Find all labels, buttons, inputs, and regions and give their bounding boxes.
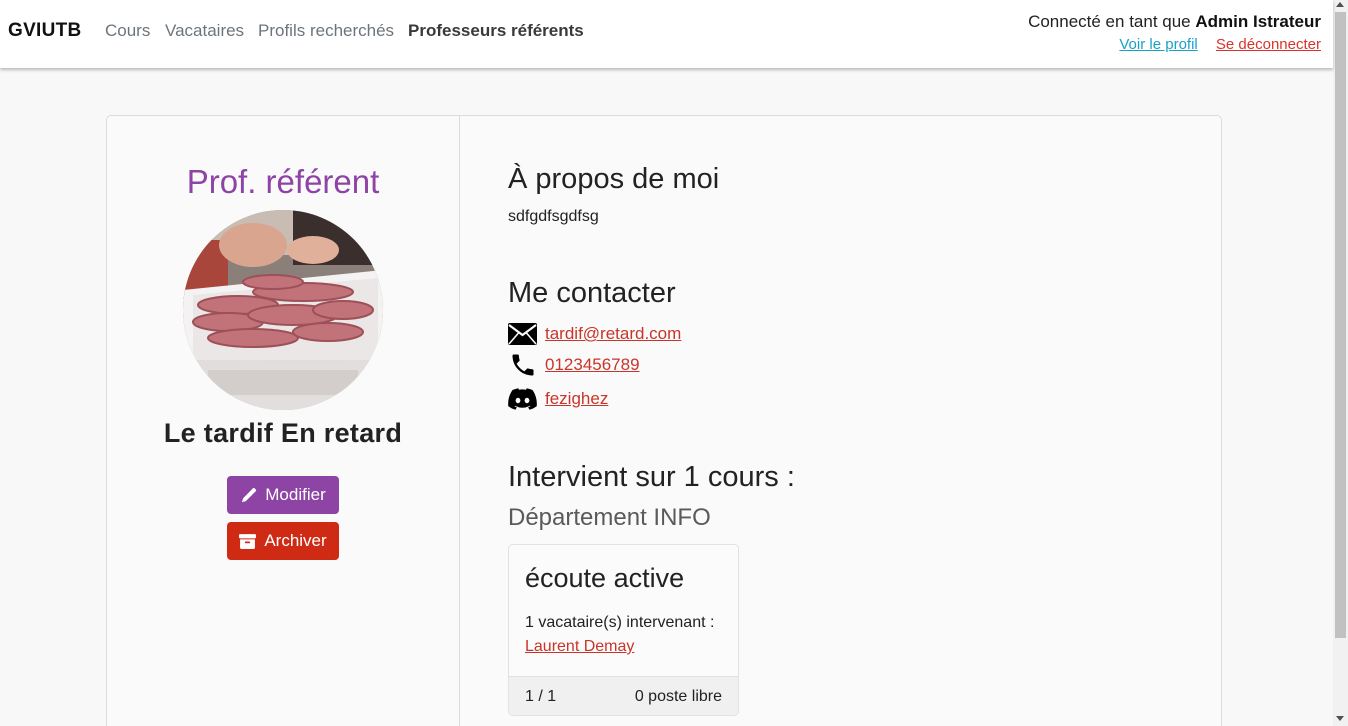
about-title: À propos de moi [508, 163, 720, 195]
contact-discord-row: fezighez [508, 387, 608, 411]
user-info: Connecté en tant que Admin Istrateur Voi… [1028, 12, 1321, 53]
logged-in-username: Admin Istrateur [1195, 12, 1321, 31]
role-title: Prof. référent [186, 163, 380, 200]
discord-icon [508, 387, 537, 411]
course-info: 1 vacataire(s) intervenant : [525, 614, 715, 631]
about-text: sdfgdfsgdfsg [508, 208, 599, 225]
contact-discord-link[interactable]: fezighez [545, 389, 608, 409]
archive-button[interactable]: Archiver [227, 522, 339, 560]
phone-icon [508, 353, 537, 377]
top-navbar: GVIUTB Cours Vacataires Profils recherch… [0, 0, 1333, 68]
course-free-positions: 0 poste libre [634, 688, 722, 705]
edit-button-label: Modifier [265, 485, 326, 504]
contact-email-link[interactable]: tardif@retard.com [545, 324, 681, 344]
archive-box-icon [239, 533, 257, 549]
logged-in-prefix: Connecté en tant que [1028, 12, 1196, 31]
courses-title: Intervient sur 1 cours : [508, 461, 795, 493]
course-title: écoute active [525, 563, 685, 593]
contact-title: Me contacter [508, 277, 676, 309]
contact-phone-link[interactable]: 0123456789 [545, 355, 640, 375]
nav-item-professeurs-referents[interactable]: Professeurs référents [408, 21, 584, 41]
course-position-count: 1 / 1 [525, 688, 557, 705]
nav-item-cours[interactable]: Cours [105, 21, 150, 41]
scroll-down-arrow-icon[interactable] [1336, 716, 1344, 721]
card-divider [459, 116, 460, 726]
edit-button[interactable]: Modifier [227, 476, 339, 514]
department-title: Département INFO [508, 504, 711, 531]
nav-item-vacataires[interactable]: Vacataires [165, 21, 244, 41]
logged-in-label: Connecté en tant que Admin Istrateur [1028, 12, 1321, 32]
view-profile-link[interactable]: Voir le profil [1119, 36, 1197, 53]
logout-link[interactable]: Se déconnecter [1216, 36, 1321, 53]
avatar [183, 210, 383, 410]
contact-phone-row: 0123456789 [508, 353, 640, 377]
contact-email-row: tardif@retard.com [508, 322, 681, 346]
archive-button-label: Archiver [264, 531, 327, 550]
scroll-up-arrow-icon[interactable] [1336, 2, 1344, 7]
envelope-icon [508, 322, 537, 346]
person-name: Le tardif En retard [163, 418, 403, 448]
nav-item-profils-recherches[interactable]: Profils recherchés [258, 21, 394, 41]
scrollbar-thumb[interactable] [1335, 12, 1346, 638]
pencil-icon [240, 487, 257, 504]
avatar-image [183, 210, 383, 410]
course-teacher-link[interactable]: Laurent Demay [525, 638, 634, 656]
course-card[interactable]: écoute active 1 vacataire(s) intervenant… [508, 544, 739, 716]
brand-logo[interactable]: GVIUTB [8, 20, 82, 42]
course-footer: 1 / 1 0 poste libre [509, 676, 738, 715]
